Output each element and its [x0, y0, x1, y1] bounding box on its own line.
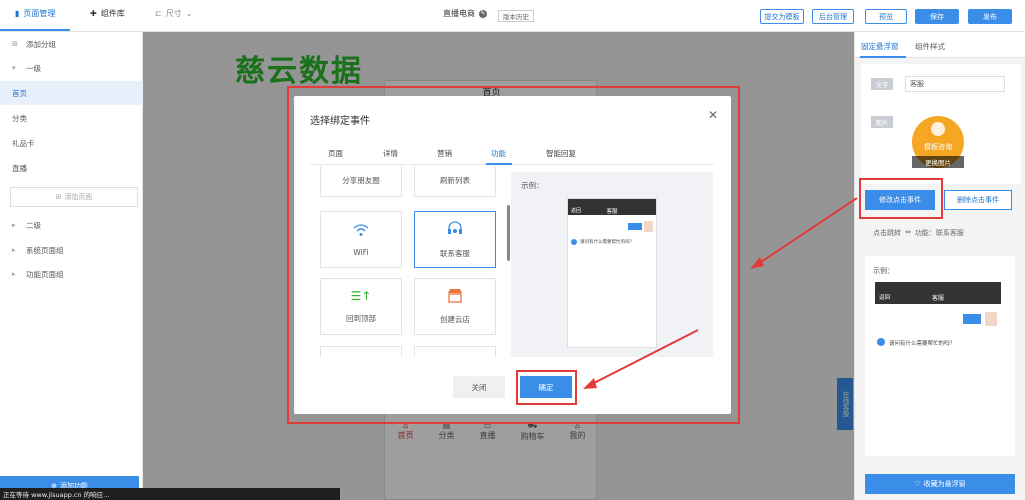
annotation-arrows [583, 197, 858, 389]
browser-status-bar: 正在等待 www.jisuapp.cn 的响应... [0, 488, 340, 500]
arrow-to-dialog [757, 197, 858, 265]
arrow-to-confirm [591, 329, 699, 385]
arrowhead-dialog [750, 257, 764, 269]
arrowhead-confirm [583, 378, 597, 389]
